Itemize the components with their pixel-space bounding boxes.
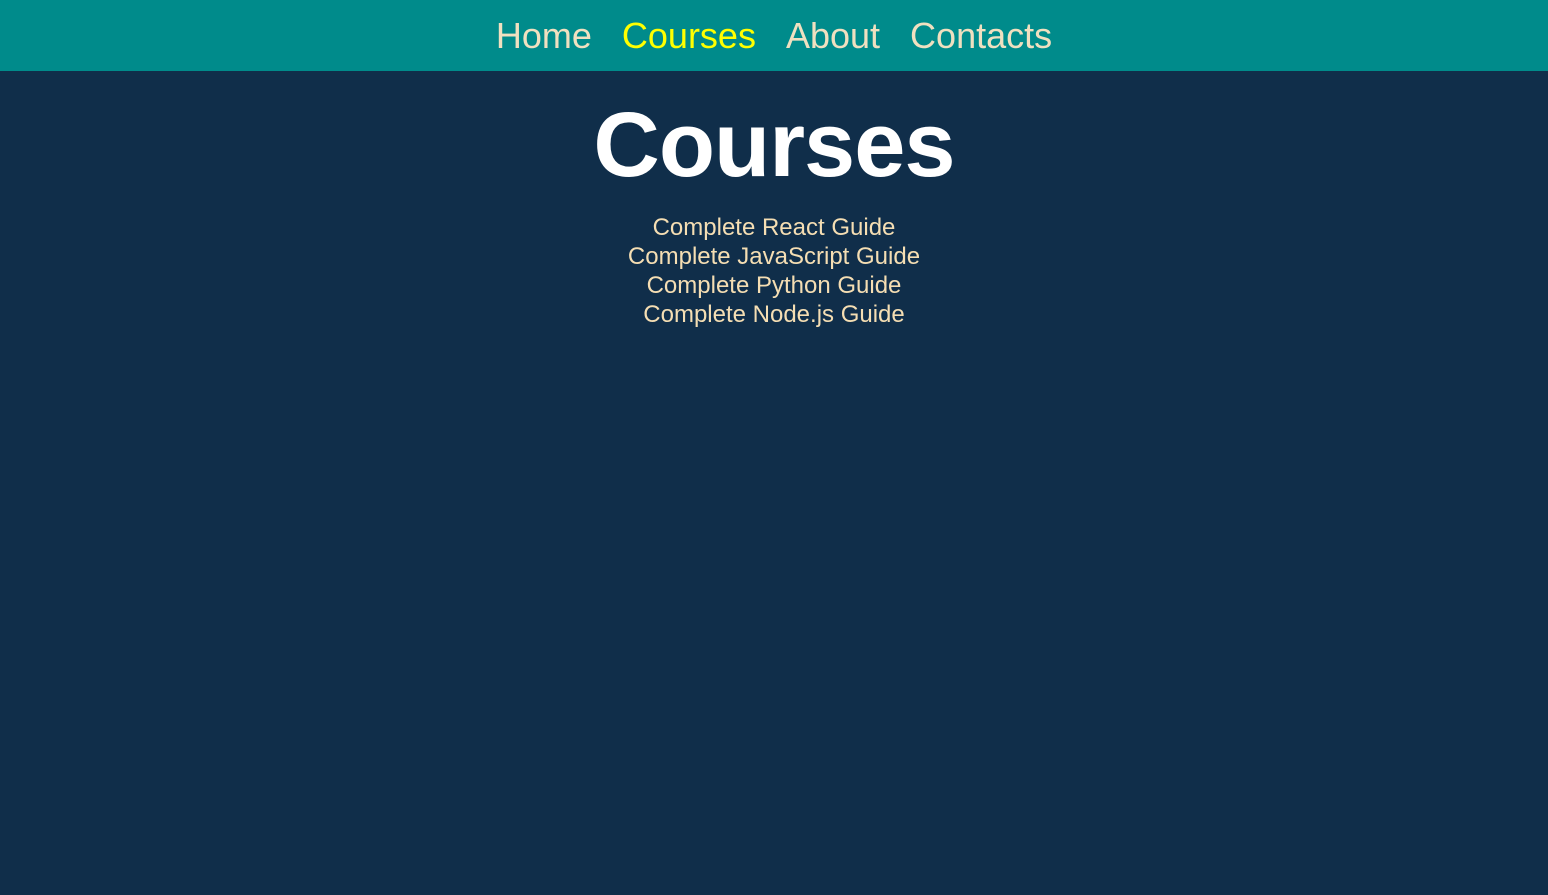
nav-link-home[interactable]: Home [496, 17, 592, 54]
course-item-react[interactable]: Complete React Guide [0, 213, 1548, 242]
nav-link-courses[interactable]: Courses [622, 17, 756, 54]
course-item-nodejs[interactable]: Complete Node.js Guide [0, 300, 1548, 329]
top-navbar: Home Courses About Contacts [0, 0, 1548, 71]
main-content: Courses Complete React Guide Complete Ja… [0, 71, 1548, 329]
course-item-python[interactable]: Complete Python Guide [0, 271, 1548, 300]
course-item-javascript[interactable]: Complete JavaScript Guide [0, 242, 1548, 271]
nav-link-contacts[interactable]: Contacts [910, 17, 1052, 54]
nav-link-about[interactable]: About [786, 17, 880, 54]
page-title: Courses [593, 94, 955, 196]
course-list: Complete React Guide Complete JavaScript… [0, 213, 1548, 329]
